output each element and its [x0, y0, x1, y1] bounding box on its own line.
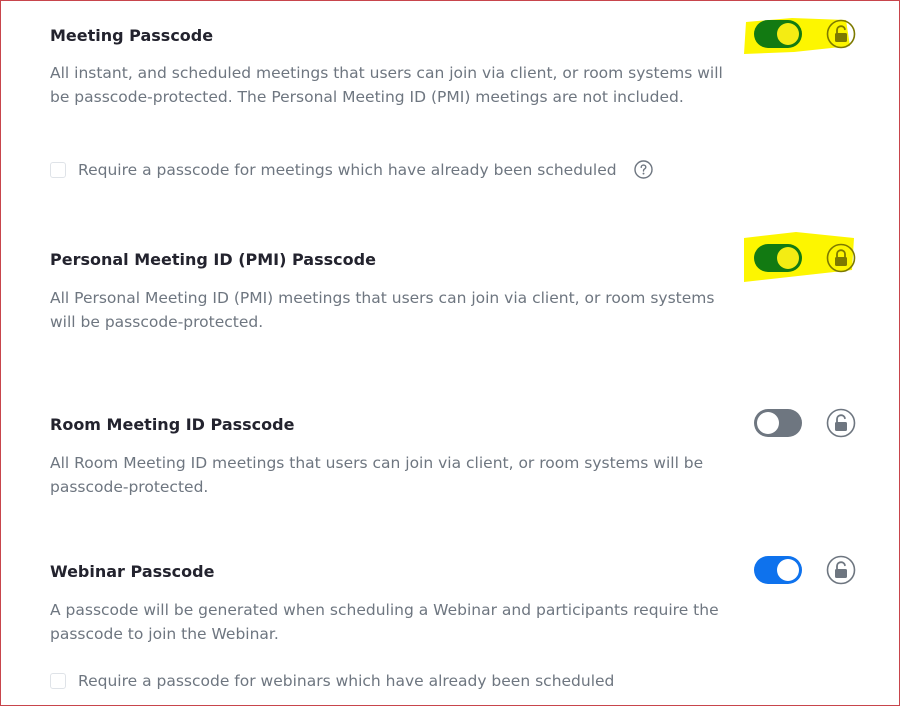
require-passcode-scheduled-webinars-row: Require a passcode for webinars which ha…	[50, 672, 614, 690]
meeting-passcode-title: Meeting Passcode	[50, 26, 214, 45]
require-passcode-scheduled-webinars-label: Require a passcode for webinars which ha…	[78, 672, 615, 690]
toggle-knob	[777, 247, 799, 269]
meeting-passcode-description: All instant, and scheduled meetings that…	[50, 64, 723, 106]
unlock-icon[interactable]	[826, 19, 856, 49]
require-passcode-scheduled-meetings-label: Require a passcode for meetings which ha…	[78, 160, 617, 179]
pmi-passcode-description: All Personal Meeting ID (PMI) meetings t…	[50, 289, 715, 331]
toggle-knob	[777, 23, 799, 45]
room-passcode-description: All Room Meeting ID meetings that users …	[50, 454, 704, 496]
webinar-passcode-title: Webinar Passcode	[50, 562, 215, 581]
webinar-passcode-description: A passcode will be generated when schedu…	[50, 601, 719, 643]
meeting-passcode-toggle[interactable]	[754, 20, 802, 48]
unlock-icon[interactable]	[826, 555, 856, 585]
pmi-passcode-controls	[754, 240, 864, 280]
room-passcode-toggle[interactable]	[754, 409, 802, 437]
webinar-passcode-controls	[754, 552, 864, 592]
require-passcode-scheduled-webinars-checkbox[interactable]	[50, 673, 66, 689]
toggle-knob	[777, 559, 799, 581]
require-passcode-scheduled-meetings-checkbox[interactable]	[50, 161, 66, 178]
question-circle-icon[interactable]	[633, 160, 653, 179]
room-passcode-controls	[754, 405, 864, 445]
pmi-passcode-title: Personal Meeting ID (PMI) Passcode	[50, 250, 376, 269]
toggle-knob	[757, 412, 779, 434]
unlock-icon[interactable]	[826, 408, 856, 438]
pmi-passcode-toggle[interactable]	[754, 244, 802, 272]
room-passcode-title: Room Meeting ID Passcode	[50, 415, 295, 434]
require-passcode-scheduled-meetings-row: Require a passcode for meetings which ha…	[50, 160, 653, 179]
webinar-passcode-toggle[interactable]	[754, 556, 802, 584]
meeting-passcode-toggle-wrap	[754, 16, 864, 56]
lock-icon[interactable]	[826, 243, 856, 273]
